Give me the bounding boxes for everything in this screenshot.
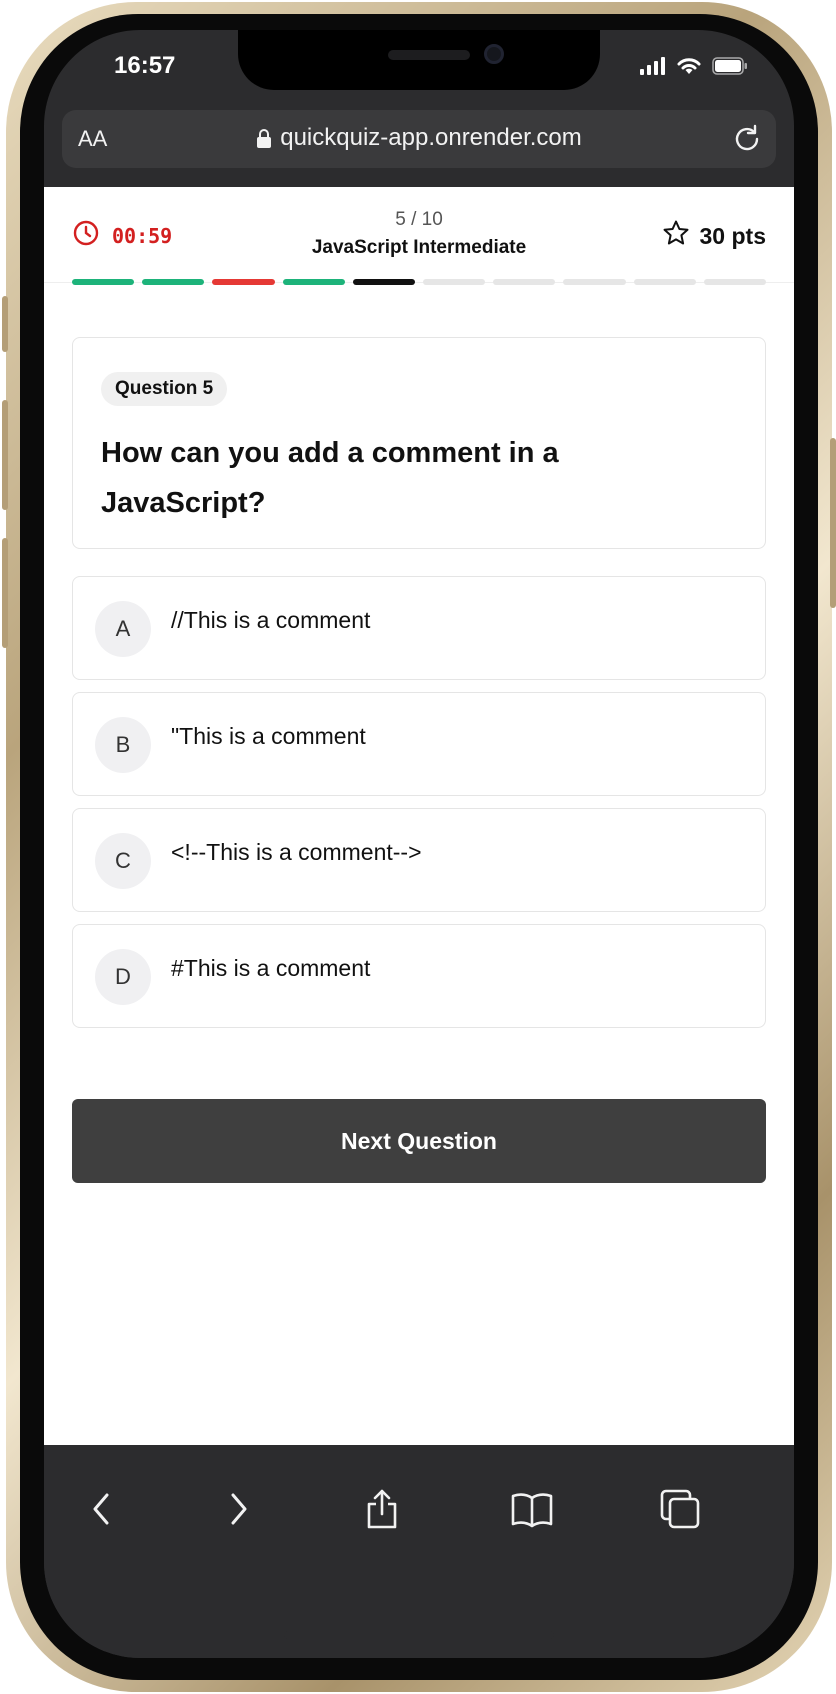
notch [238, 30, 600, 90]
progress-segment-9 [633, 279, 696, 285]
option-letter-badge: D [95, 949, 151, 1005]
progress-segment-6 [423, 279, 486, 285]
star-icon [662, 219, 690, 253]
points-display: 30 pts [662, 219, 766, 253]
option-text: <!--This is a comment--> [171, 839, 422, 865]
status-icons [640, 56, 748, 81]
quiz-header: 00:59 5 / 10 JavaScript Intermediate 30 … [44, 187, 794, 285]
points-text: 30 pts [699, 222, 766, 249]
progress-segment-4 [282, 279, 345, 285]
option-text: "This is a comment [171, 723, 366, 749]
status-time: 16:57 [114, 52, 176, 79]
progress-segment-5 [352, 279, 416, 285]
earpiece-speaker [388, 50, 470, 60]
share-icon[interactable] [358, 1485, 406, 1533]
answer-option-b[interactable]: B "This is a comment [72, 692, 766, 796]
reload-icon[interactable] [730, 122, 764, 161]
option-letter-badge: A [95, 601, 151, 657]
tabs-icon[interactable] [656, 1485, 704, 1533]
home-indicator [284, 1631, 554, 1639]
progress-segment-2 [142, 279, 205, 285]
answer-option-c[interactable]: C <!--This is a comment--> [72, 808, 766, 912]
progress-segments [72, 279, 767, 285]
address-bar[interactable]: AA quickquiz-app.onrender.com [62, 110, 776, 168]
url-display[interactable]: quickquiz-app.onrender.com [62, 124, 776, 155]
volume-down-button [2, 538, 8, 648]
progress-segment-8 [563, 279, 626, 285]
progress-segment-7 [493, 279, 556, 285]
cellular-signal-icon [640, 57, 666, 80]
progress-segment-10 [703, 279, 767, 285]
front-camera [484, 44, 504, 64]
volume-up-button [2, 400, 8, 510]
question-number-badge: Question 5 [101, 372, 228, 406]
back-icon[interactable] [78, 1485, 126, 1533]
web-content: 00:59 5 / 10 JavaScript Intermediate 30 … [44, 187, 794, 1445]
progress-segment-3 [212, 279, 275, 285]
progress-segment-1 [72, 279, 135, 285]
answer-option-a[interactable]: A //This is a comment [72, 576, 766, 680]
option-text: //This is a comment [171, 607, 371, 633]
forward-icon[interactable] [214, 1485, 262, 1533]
power-button [830, 438, 836, 608]
option-letter-badge: C [95, 833, 151, 889]
browser-toolbar [44, 1445, 794, 1658]
phone-screen: 16:57 AA quickquiz-app.onrender.com 00:5… [44, 30, 794, 1658]
lock-icon [256, 127, 272, 155]
wifi-icon [676, 56, 702, 81]
next-question-button[interactable]: Next Question [72, 1099, 766, 1183]
url-text: quickquiz-app.onrender.com [280, 124, 582, 151]
silent-switch [2, 296, 8, 352]
battery-icon [712, 57, 748, 80]
question-text: How can you add a comment in a JavaScrip… [101, 437, 559, 519]
bookmarks-icon[interactable] [508, 1485, 556, 1533]
answer-option-d[interactable]: D #This is a comment [72, 924, 766, 1028]
option-text: #This is a comment [171, 955, 371, 981]
question-card: Question 5 How can you add a comment in … [72, 337, 766, 549]
option-letter-badge: B [95, 717, 151, 773]
